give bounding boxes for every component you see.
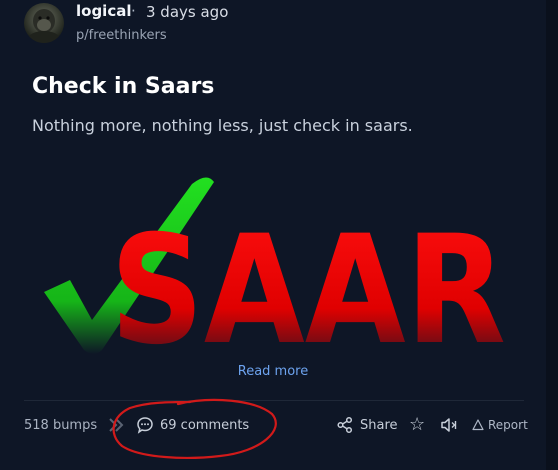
comment-icon (137, 417, 153, 434)
post-body: Nothing more, nothing less, just check i… (32, 116, 413, 135)
read-more-link[interactable]: Read more (0, 364, 546, 379)
divider (24, 400, 524, 401)
comments-label: 69 comments (160, 417, 250, 433)
author-name[interactable]: logical (76, 2, 131, 20)
gorilla-avatar-icon (28, 9, 60, 43)
post-image[interactable]: SAAR (32, 170, 522, 360)
report-label: Report (488, 418, 528, 432)
meta-separator: · (131, 2, 136, 20)
report-button[interactable]: Report (472, 418, 528, 432)
post-title[interactable]: Check in Saars (32, 74, 214, 99)
avatar[interactable] (24, 3, 64, 43)
image-text: SAAR (110, 204, 506, 360)
scrollbar-track[interactable] (546, 0, 558, 470)
post-time: 3 days ago (146, 3, 229, 21)
bump-icon[interactable] (108, 416, 124, 438)
post-card: logical · 3 days ago p/freethinkers Chec… (0, 0, 546, 470)
community-link[interactable]: p/freethinkers (76, 28, 167, 43)
speaker-icon[interactable] (440, 416, 460, 438)
share-icon (337, 416, 353, 434)
warning-triangle-icon (472, 419, 484, 431)
star-icon[interactable]: ☆ (409, 414, 425, 435)
share-button[interactable]: Share (336, 416, 398, 434)
share-label: Share (360, 417, 398, 433)
comments-button[interactable]: 69 comments (136, 416, 249, 434)
bump-count: 518 bumps (24, 418, 98, 433)
